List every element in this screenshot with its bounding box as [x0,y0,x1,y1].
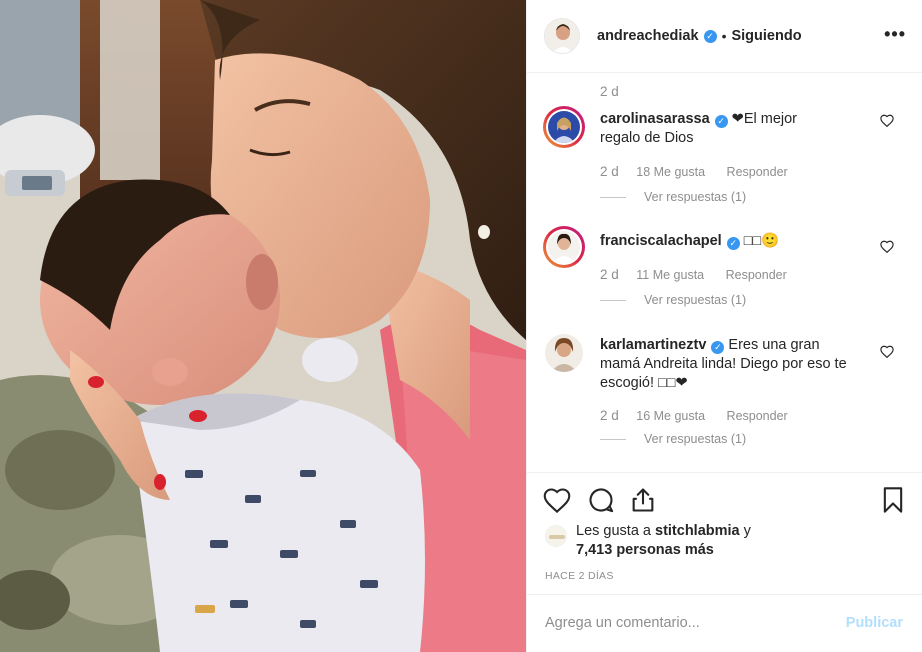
like-comment-heart-icon[interactable] [880,114,894,127]
comment-likes[interactable]: 18 Me gusta [636,165,705,179]
liked-by-text: Les gusta a stitchlabmia y 7,413 persona… [576,522,751,560]
publish-button[interactable]: Publicar [846,615,903,631]
post-timestamp[interactable]: HACE 2 DÍAS [545,570,614,582]
liked-by-summary: Les gusta a stitchlabmia y 7,413 persona… [545,522,751,560]
instagram-post: andreachediak ✓ • Siguiendo ••• 2 d caro… [0,0,922,652]
verified-badge-icon: ✓ [726,237,740,250]
commenter-avatar[interactable] [543,226,585,268]
view-replies[interactable]: Ver respuestas (1) [600,293,746,307]
comment-input[interactable]: Agrega un comentario... [545,615,700,631]
reply-button[interactable]: Responder [726,268,787,282]
comment-item: franciscalachapel ✓ □□🙂 2 d 11 Me gusta R… [543,226,908,316]
replies-divider [600,299,626,301]
comment-item: karlamartineztv ✓ Eres una gran mamá Andr… [543,332,908,457]
liked-by-others[interactable]: 7,413 personas más [576,542,714,558]
more-horizontal-icon[interactable]: ••• [884,24,906,45]
comment-item: carolinasarassa ✓ ❤El mejor regalo de Dio… [543,106,908,206]
commenter-username[interactable]: karlamartineztv [600,337,706,353]
liker-avatar[interactable] [545,525,567,547]
liked-by-prefix: Les gusta a [576,523,651,539]
comments-list: 2 d carolinasarassa ✓ ❤El mejor regalo d… [527,74,922,472]
separator-dot: • [721,28,727,44]
liked-by-user[interactable]: stitchlabmia [655,523,740,539]
like-comment-heart-icon[interactable] [880,240,894,253]
comment-meta: 2 d 18 Me gusta Responder [600,164,788,179]
comment-time[interactable]: 2 d [600,408,619,423]
verified-badge-icon: ✓ [711,341,725,354]
author-avatar[interactable] [544,18,580,54]
comment-likes[interactable]: 16 Me gusta [636,409,705,423]
heart-icon[interactable] [543,486,571,514]
comment-text: karlamartineztv ✓ Eres una gran mamá Andr… [600,336,850,393]
view-replies-label[interactable]: Ver respuestas (1) [644,293,746,307]
bookmark-icon[interactable] [879,486,907,514]
comment-time[interactable]: 2 d [600,164,619,179]
commenter-avatar[interactable] [543,332,585,374]
share-icon[interactable] [629,486,657,514]
comment-likes[interactable]: 11 Me gusta [636,268,704,282]
comment-meta: 2 d 16 Me gusta Responder [600,408,788,423]
comment-time[interactable]: 2 d [600,267,619,282]
comment-meta: 2 d 11 Me gusta Responder [600,267,787,282]
view-replies-label[interactable]: Ver respuestas (1) [644,432,746,446]
photo-mother-kissing-baby [0,0,526,652]
caption-timestamp: 2 d [600,84,619,99]
replies-divider [600,196,626,198]
comment-text: franciscalachapel ✓ □□🙂 [600,232,840,251]
comment-text: carolinasarassa ✓ ❤El mejor regalo de Dio… [600,110,840,148]
liked-by-suffix: y [743,523,751,539]
post-photo[interactable] [0,0,526,652]
verified-badge-icon: ✓ [703,29,717,43]
comment-body: □□🙂 [743,233,780,249]
commenter-username[interactable]: franciscalachapel [600,233,722,249]
view-replies[interactable]: Ver respuestas (1) [600,432,746,446]
post-side-panel: andreachediak ✓ • Siguiendo ••• 2 d caro… [526,0,922,652]
author-username[interactable]: andreachediak [597,28,699,44]
reply-button[interactable]: Responder [727,409,788,423]
reply-button[interactable]: Responder [727,165,788,179]
post-header: andreachediak ✓ • Siguiendo ••• [527,0,922,73]
replies-divider [600,438,626,440]
view-replies[interactable]: Ver respuestas (1) [600,190,746,204]
like-comment-heart-icon[interactable] [880,345,894,358]
post-actions: Les gusta a stitchlabmia y 7,413 persona… [527,472,922,594]
following-button[interactable]: Siguiendo [731,28,801,44]
view-replies-label[interactable]: Ver respuestas (1) [644,190,746,204]
commenter-username[interactable]: carolinasarassa [600,111,710,127]
verified-badge-icon: ✓ [714,115,728,128]
comment-icon[interactable] [587,486,615,514]
add-comment-bar: Agrega un comentario... Publicar [527,594,922,652]
commenter-avatar[interactable] [543,106,585,148]
